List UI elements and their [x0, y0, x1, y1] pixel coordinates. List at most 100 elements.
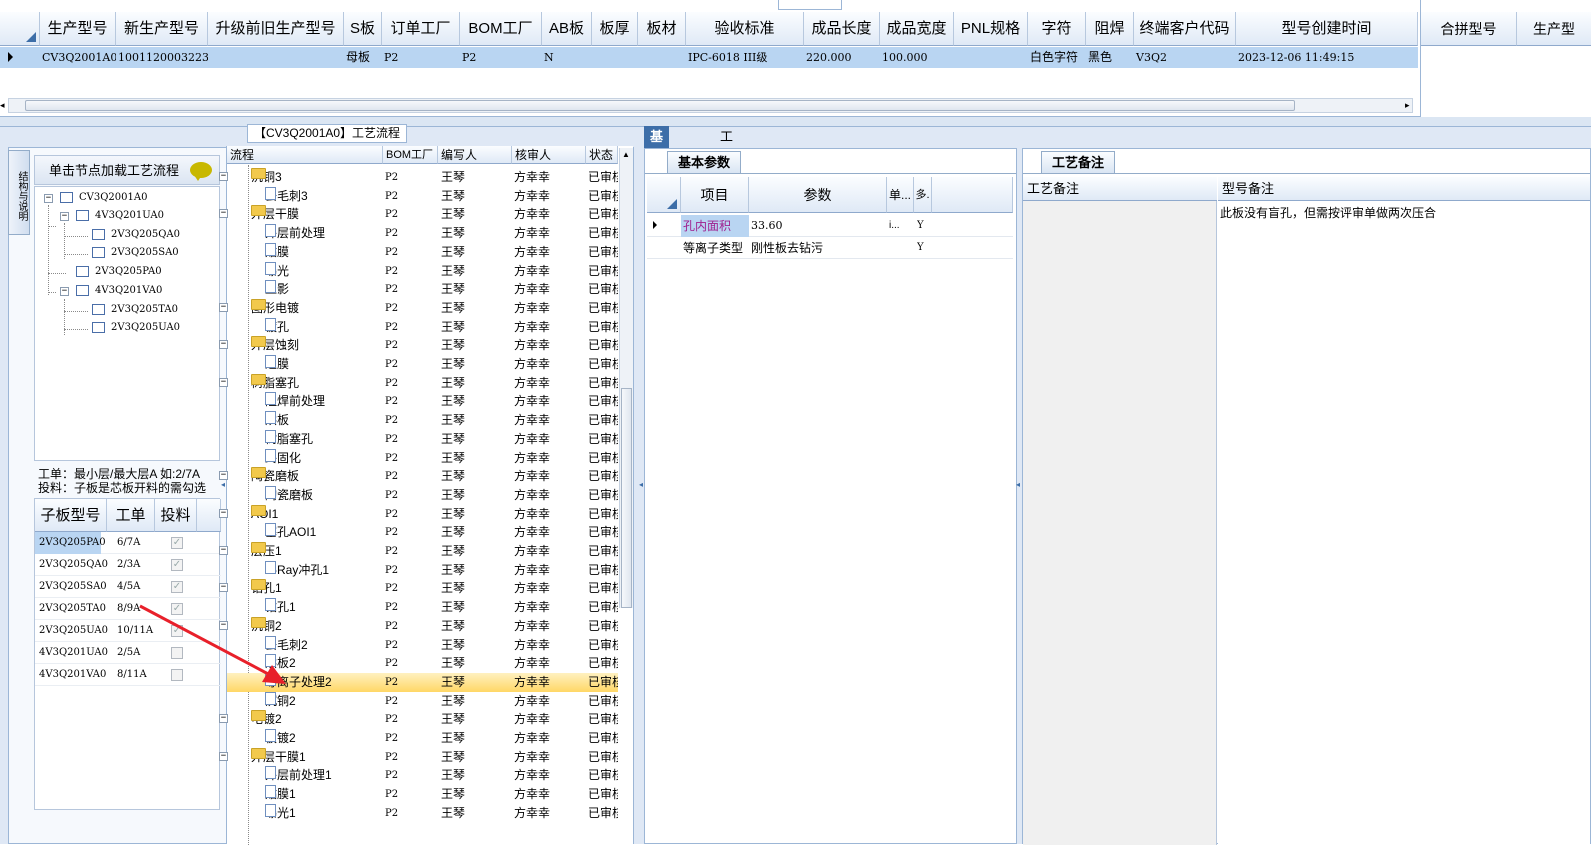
table-row[interactable]: 2V3Q205SA0 4/5A ✓	[35, 576, 221, 598]
scroll-up-icon[interactable]: ▲	[622, 150, 630, 159]
flow-row[interactable]: −外层干膜P2王琴方幸幸已审核	[219, 205, 618, 224]
splitter-grip[interactable]: ◂	[1016, 480, 1021, 494]
flow-row[interactable]: −层压1P2王琴方幸幸已审核	[219, 542, 618, 561]
collapse-icon[interactable]: −	[219, 471, 228, 481]
flow-row[interactable]: 等离子处理2P2王琴方幸幸已审核	[227, 672, 618, 692]
flow-row[interactable]: 外层前处理P2王琴方幸幸已审核	[227, 224, 618, 243]
flow-row[interactable]: 曝光1P2王琴方幸幸已审核	[227, 803, 618, 823]
collapse-icon[interactable]: −	[219, 751, 228, 761]
process-remark-box[interactable]: 工艺备注	[1023, 177, 1217, 845]
column-header[interactable]: S板	[344, 12, 382, 46]
column-header[interactable]: AB板	[542, 12, 592, 46]
collapse-icon[interactable]: −	[219, 172, 228, 181]
collapse-icon[interactable]: −	[60, 287, 69, 296]
tree-node[interactable]: 4V3Q201VA0	[76, 282, 162, 300]
tab-hours[interactable]: 工时	[714, 126, 739, 166]
flow-row[interactable]: 贴膜P2王琴方幸幸已审核	[227, 242, 618, 262]
flow-row[interactable]: −外层蚀刻P2王琴方幸幸已审核	[219, 336, 618, 355]
column-header[interactable]: 验收标准	[686, 12, 804, 46]
collapse-icon[interactable]: −	[44, 194, 53, 203]
scroll-left-icon[interactable]: ◂	[0, 98, 8, 113]
collapse-icon[interactable]: −	[219, 583, 228, 593]
flow-row[interactable]: 去毛刺3P2王琴方幸幸已审核	[227, 186, 618, 206]
feed-checkbox[interactable]	[171, 669, 183, 681]
flow-row[interactable]: −沉铜2P2王琴方幸幸已审核	[219, 616, 618, 636]
table-row[interactable]: 4V3Q201VA0 8/11A	[35, 664, 221, 686]
collapse-icon[interactable]: −	[219, 209, 228, 219]
table-row[interactable]: 2V3Q205TA0 8/9A ✓	[35, 598, 221, 620]
feed-checkbox[interactable]	[171, 647, 183, 659]
flow-row[interactable]: 贴膜1P2王琴方幸幸已审核	[227, 785, 618, 804]
tree-node[interactable]: 2V3Q205UA0	[92, 319, 180, 337]
flow-row[interactable]: X-Ray冲孔1P2王琴方幸幸已审核	[227, 560, 618, 580]
flow-row[interactable]: 显影P2王琴方幸幸已审核	[227, 280, 618, 299]
flow-row[interactable]: 沉铜2P2王琴方幸幸已审核	[227, 691, 618, 711]
column-header[interactable]: BOM工厂	[460, 12, 542, 46]
flow-row[interactable]: 终固化P2王琴方幸幸已审核	[227, 448, 618, 468]
flow-row[interactable]: 去毛刺2P2王琴方幸幸已审核	[227, 635, 618, 655]
flow-row[interactable]: 钻孔1P2王琴方幸幸已审核	[227, 598, 618, 617]
model-remark-box[interactable]: 型号备注 此板没有盲孔，但需按评审单做两次压合	[1218, 177, 1590, 845]
flow-row[interactable]: −钻孔1P2王琴方幸幸已审核	[219, 579, 618, 598]
collapse-icon[interactable]: −	[219, 508, 228, 518]
flow-row[interactable]: 陶瓷磨板P2王琴方幸幸已审核	[227, 485, 618, 505]
collapse-icon[interactable]: −	[60, 212, 69, 221]
column-header[interactable]: 订单工厂	[382, 12, 460, 46]
scrollbar-thumb[interactable]	[25, 100, 1295, 111]
flow-row[interactable]: 烘板2P2王琴方幸幸已审核	[227, 654, 618, 673]
column-header[interactable]: 生产型号	[40, 12, 116, 46]
column-header[interactable]: 新生产型号	[116, 12, 208, 46]
table-row[interactable]: 4V3Q201UA0 2/5A	[35, 642, 221, 664]
column-header[interactable]: 板材	[638, 12, 686, 46]
column-header[interactable]: 阻焊	[1086, 12, 1134, 46]
table-row[interactable]: 2V3Q205UA0 10/11A ✓	[35, 620, 221, 642]
column-header[interactable]: 升级前旧生产型号	[208, 12, 344, 46]
flow-row[interactable]: 曝光P2王琴方幸幸已审核	[227, 261, 618, 281]
collapse-icon[interactable]: −	[219, 620, 228, 630]
flow-row[interactable]: −AOI1P2王琴方幸幸已审核	[219, 504, 618, 524]
column-header[interactable]: 字符	[1028, 12, 1086, 46]
collapse-icon[interactable]: −	[219, 714, 228, 724]
tab-basic-info[interactable]: 基本信息	[644, 126, 670, 210]
flow-row[interactable]: −陶瓷磨板P2王琴方幸幸已审核	[219, 467, 618, 486]
horizontal-scrollbar[interactable]	[8, 98, 1413, 113]
flow-row[interactable]: 塞孔AOI1P2王琴方幸幸已审核	[227, 523, 618, 542]
vertical-scrollbar[interactable]: ▲	[619, 148, 633, 608]
collapse-icon[interactable]: −	[219, 546, 228, 555]
feed-checkbox[interactable]: ✓	[171, 537, 183, 549]
flow-row[interactable]: 树脂塞孔P2王琴方幸幸已审核	[227, 429, 618, 449]
feed-checkbox[interactable]: ✓	[171, 559, 183, 571]
flow-row[interactable]: −沉铜3P2王琴方幸幸已审核	[219, 168, 618, 187]
scroll-right-icon[interactable]: ▸	[1405, 98, 1417, 113]
feed-checkbox[interactable]: ✓	[171, 581, 183, 593]
side-tab[interactable]: 结构与说明	[8, 150, 30, 235]
table-row[interactable]: 2V3Q205PA0 6/7A ✓	[35, 532, 221, 554]
tree-node-root[interactable]: CV3Q2001A0	[60, 189, 147, 207]
tab-basic-params[interactable]: 基本参数	[667, 151, 742, 173]
column-header[interactable]: 成品长度	[804, 12, 880, 46]
tree-node[interactable]: 2V3Q205TA0	[92, 301, 178, 319]
column-header[interactable]: 终端客户代码	[1134, 12, 1236, 46]
table-row[interactable]: 孔内面积 33.60 i... Y	[647, 215, 1013, 237]
feed-checkbox[interactable]: ✓	[171, 625, 183, 637]
tree-node[interactable]: 2V3Q205PA0	[76, 263, 162, 281]
collapse-icon[interactable]: −	[219, 377, 228, 387]
collapse-icon[interactable]: −	[219, 340, 228, 350]
flow-row[interactable]: 烘板P2王琴方幸幸已审核	[227, 411, 618, 430]
column-header[interactable]: 成品宽度	[880, 12, 954, 46]
column-header[interactable]: 板厚	[592, 12, 638, 46]
splitter-grip[interactable]: ◂	[639, 480, 644, 494]
flow-row[interactable]: −电镀2P2王琴方幸幸已审核	[219, 710, 618, 729]
feed-checkbox[interactable]: ✓	[171, 603, 183, 615]
flow-row[interactable]: −外层干膜1P2王琴方幸幸已审核	[219, 747, 618, 767]
flow-row[interactable]: −树脂塞孔P2王琴方幸幸已审核	[219, 373, 618, 393]
flow-row[interactable]: 镀孔P2王琴方幸幸已审核	[227, 317, 618, 337]
tree-node[interactable]: 2V3Q205SA0	[92, 244, 179, 262]
column-header[interactable]: 型号创建时间	[1236, 12, 1418, 46]
flow-row[interactable]: 外层前处理1P2王琴方幸幸已审核	[227, 766, 618, 785]
table-row[interactable]: 等离子类型 刚性板去钻污 Y	[647, 237, 1013, 259]
tree-node[interactable]: 4V3Q201UA0	[76, 207, 164, 225]
horizontal-splitter[interactable]	[0, 117, 1591, 127]
flow-row[interactable]: 板镀2P2王琴方幸幸已审核	[227, 729, 618, 748]
column-header[interactable]: PNL规格	[954, 12, 1028, 46]
